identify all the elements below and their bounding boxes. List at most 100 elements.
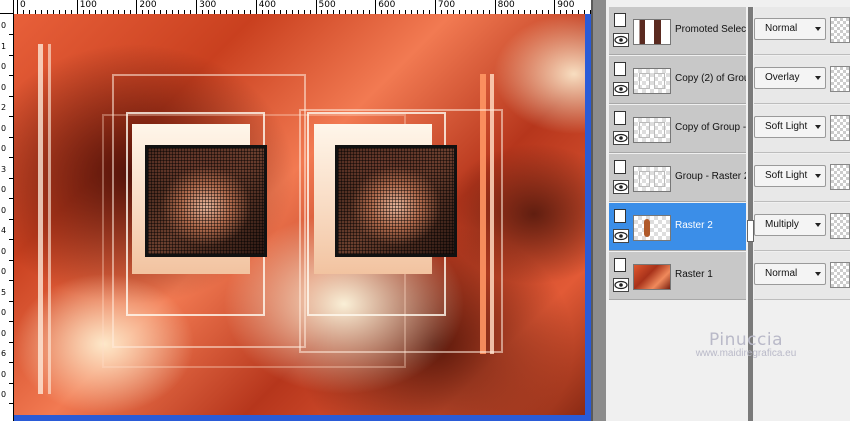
layer-row[interactable]: Copy of Group - — [609, 105, 746, 153]
ruler-label: 0 — [1, 369, 7, 379]
ruler-label: 700 — [437, 0, 456, 10]
ruler-label: 0 — [1, 267, 7, 276]
chevron-down-icon — [815, 272, 821, 276]
layer-document-icon — [614, 111, 626, 125]
ruler-label: 400 — [258, 0, 276, 10]
blend-mode-dropdown[interactable]: Normal — [754, 18, 826, 40]
visibility-eye-icon[interactable] — [613, 180, 629, 194]
ruler-label: 5 — [1, 287, 7, 297]
ruler-label: 0 — [1, 123, 7, 133]
layers-panel: Promoted Selecti Copy (2) of Grou Copy of … — [606, 0, 850, 421]
blend-mode-cell: Soft Light — [754, 105, 850, 153]
opacity-swatch[interactable] — [830, 262, 850, 288]
portrait-tile-left — [145, 145, 267, 257]
ruler-label: 100 — [79, 0, 97, 10]
canvas-image[interactable] — [14, 14, 585, 415]
blend-mode-cell: Soft Light — [754, 154, 850, 202]
visibility-eye-icon[interactable] — [613, 229, 629, 243]
ruler-label: 200 — [139, 0, 157, 10]
blend-mode-cell: Multiply — [754, 203, 850, 251]
blend-mode-value: Multiply — [765, 219, 799, 230]
visibility-eye-icon[interactable] — [613, 278, 629, 292]
chevron-down-icon — [815, 76, 821, 80]
visibility-eye-icon[interactable] — [613, 131, 629, 145]
chevron-down-icon — [815, 27, 821, 31]
ruler-label: 3 — [1, 164, 7, 174]
ruler-minor-tick — [9, 75, 13, 76]
chevron-down-icon — [815, 174, 821, 178]
layer-document-icon — [614, 160, 626, 174]
visibility-eye-icon[interactable] — [613, 33, 629, 47]
frame-shape — [639, 171, 650, 187]
blend-mode-dropdown[interactable]: Normal — [754, 263, 826, 285]
ruler-label: 0 — [1, 246, 7, 256]
ruler-label: 0 — [1, 144, 7, 153]
layer-thumbnail — [633, 264, 671, 290]
layer-thumbnail — [633, 68, 671, 94]
layer-thumbnail — [633, 117, 671, 143]
ruler-minor-tick — [9, 54, 13, 56]
frame-shape — [639, 73, 650, 89]
ruler-major-tick — [196, 0, 198, 14]
layer-document-icon — [614, 258, 626, 272]
frame-shape — [639, 122, 650, 138]
layer-thumbnail — [633, 166, 671, 192]
layer-name: Raster 1 — [675, 269, 713, 280]
ruler-minor-tick — [9, 341, 13, 343]
ruler-label: 6 — [1, 349, 7, 358]
ruler-major-tick — [315, 0, 317, 14]
blend-mode-dropdown[interactable]: Soft Light — [754, 165, 826, 187]
canvas-window[interactable]: 0 100 200 300 400 500 600 700 800 900 01002003004… — [0, 0, 591, 421]
layer-row[interactable]: Promoted Selecti — [609, 7, 746, 55]
ruler-label: 900 — [557, 0, 575, 10]
opacity-swatch[interactable] — [830, 115, 850, 141]
layer-document-icon — [614, 13, 626, 27]
layer-document-icon — [614, 209, 626, 223]
ruler-label: 1 — [1, 41, 7, 51]
ruler-minor-tick — [9, 382, 13, 384]
ruler-major-tick — [494, 0, 496, 14]
layer-row[interactable]: Raster 1 — [609, 252, 746, 300]
blend-mode-value: Normal — [765, 23, 798, 34]
blend-mode-dropdown[interactable]: Multiply — [754, 214, 826, 236]
ruler-minor-tick — [9, 403, 13, 404]
ruler-minor-tick — [9, 116, 13, 117]
ruler-minor-tick — [9, 157, 13, 158]
ruler-minor-tick — [9, 362, 13, 363]
ruler-minor-tick — [9, 259, 13, 261]
layer-row[interactable]: Group - Raster 2 — [609, 154, 746, 202]
ruler-label: 0 — [1, 328, 7, 338]
ruler-corner — [0, 0, 14, 14]
horizontal-scrollbar[interactable] — [14, 415, 591, 421]
ruler-major-tick — [434, 0, 436, 14]
layer-row[interactable]: Copy (2) of Grou — [609, 56, 746, 104]
ruler-label: 0 — [1, 205, 7, 215]
ruler-minor-tick — [9, 321, 13, 322]
ruler-major-tick — [136, 0, 138, 14]
panel-splitter[interactable] — [591, 0, 606, 421]
frame-shape — [654, 122, 665, 138]
opacity-swatch[interactable] — [830, 164, 850, 190]
visibility-eye-icon[interactable] — [613, 82, 629, 96]
opacity-swatch[interactable] — [830, 213, 850, 239]
ruler-major-tick — [17, 0, 18, 14]
portrait-tile-right — [335, 145, 457, 257]
layer-name: Raster 2 — [675, 220, 713, 231]
ruler-label: 4 — [1, 226, 7, 235]
scroll-arrow-icon[interactable] — [747, 220, 754, 242]
ruler-minor-tick — [9, 198, 13, 199]
ruler-minor-tick — [9, 300, 13, 302]
ruler-major-tick — [255, 0, 257, 14]
ruler-label: 2 — [1, 103, 7, 112]
blend-mode-dropdown[interactable]: Overlay — [754, 67, 826, 89]
layer-document-icon — [614, 62, 626, 76]
opacity-swatch[interactable] — [830, 66, 850, 92]
ruler-label: 800 — [497, 0, 515, 10]
opacity-swatch[interactable] — [830, 17, 850, 43]
ruler-major-tick — [375, 0, 377, 14]
frame-shape — [654, 171, 665, 187]
layer-row[interactable]: Raster 2 — [609, 203, 746, 251]
blend-mode-cell: Normal — [754, 7, 850, 55]
ruler-label: 500 — [318, 0, 336, 10]
blend-mode-dropdown[interactable]: Soft Light — [754, 116, 826, 138]
